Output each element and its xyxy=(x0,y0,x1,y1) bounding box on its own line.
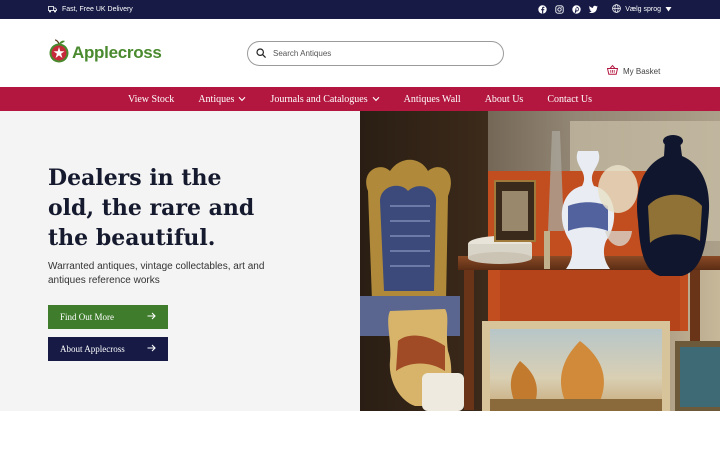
nav-label: Journals and Catalogues xyxy=(270,93,368,105)
chevron-down-icon xyxy=(238,94,246,105)
nav-item-about-us[interactable]: About Us xyxy=(485,94,524,105)
nav-item-antiques[interactable]: Antiques xyxy=(198,94,246,105)
hero-section: Dealers in the old, the rare and the bea… xyxy=(0,111,720,411)
antiques-photo xyxy=(360,111,720,411)
chevron-down-icon xyxy=(372,94,380,105)
language-label: Vælg sprog xyxy=(625,6,661,13)
logo[interactable]: Applecross xyxy=(48,38,162,68)
button-label: Find Out More xyxy=(60,312,114,322)
nav-item-contact-us[interactable]: Contact Us xyxy=(547,94,592,105)
nav-label: View Stock xyxy=(127,93,175,105)
nav-label: Contact Us xyxy=(547,93,593,105)
logo-text: Applecross xyxy=(72,43,162,62)
search-icon xyxy=(256,45,266,63)
about-applecross-button[interactable]: About Applecross xyxy=(48,337,168,361)
find-out-more-button[interactable]: Find Out More xyxy=(48,305,168,329)
nav-label: Antiques xyxy=(198,93,235,105)
hero-image xyxy=(360,111,720,411)
top-bar: Fast, Free UK Delivery Vælg sprog xyxy=(0,0,720,19)
hero-title-line: old, the rare and xyxy=(48,195,255,221)
arrow-right-icon xyxy=(147,344,156,354)
delivery-notice: Fast, Free UK Delivery xyxy=(48,5,133,15)
arrow-right-icon xyxy=(147,312,156,322)
hero-text-panel: Dealers in the old, the rare and the bea… xyxy=(0,111,360,411)
basket-link[interactable]: My Basket xyxy=(606,64,661,77)
main-nav: View Stock Antiques Journals and Catalog… xyxy=(0,87,720,111)
hero-title-line: Dealers in the xyxy=(48,165,222,191)
globe-icon xyxy=(612,4,622,15)
facebook-icon[interactable] xyxy=(538,5,547,14)
hero-subtitle: Warranted antiques, vintage collectables… xyxy=(48,261,265,286)
basket-label: My Basket xyxy=(623,66,661,76)
truck-icon xyxy=(48,5,57,15)
hero-title-line: the beautiful. xyxy=(48,225,216,251)
nav-label: About Us xyxy=(484,93,524,105)
search-bar[interactable] xyxy=(247,41,504,66)
nav-item-journals-and-catalogues[interactable]: Journals and Catalogues xyxy=(270,93,380,105)
caret-down-icon xyxy=(665,6,672,14)
top-bar-actions: Vælg sprog xyxy=(538,4,672,15)
delivery-text: Fast, Free UK Delivery xyxy=(62,6,133,13)
pinterest-icon[interactable] xyxy=(572,5,581,14)
instagram-icon[interactable] xyxy=(555,5,564,14)
nav-label: Antiques Wall xyxy=(403,93,461,105)
language-selector[interactable]: Vælg sprog xyxy=(612,4,672,15)
hero-title: Dealers in the old, the rare and the bea… xyxy=(48,163,255,253)
twitter-icon[interactable] xyxy=(589,5,599,14)
basket-icon xyxy=(606,64,619,77)
site-header: Applecross My Basket xyxy=(0,19,720,87)
nav-item-antiques-wall[interactable]: Antiques Wall xyxy=(404,94,461,105)
apple-logo-icon xyxy=(48,38,70,68)
search-input[interactable] xyxy=(273,49,493,58)
nav-item-view-stock[interactable]: View Stock xyxy=(128,94,174,105)
button-label: About Applecross xyxy=(60,344,125,354)
